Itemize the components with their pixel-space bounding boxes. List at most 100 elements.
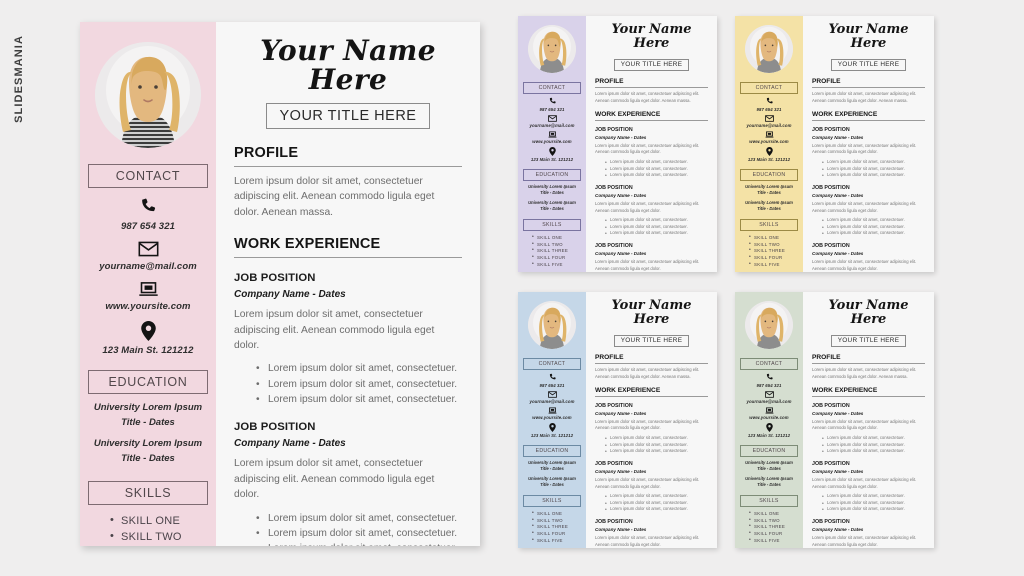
contact-address: 123 Main St. 121212 bbox=[747, 433, 791, 438]
job-text: Lorem ipsum dolor sit amet, consectetuer… bbox=[595, 477, 700, 489]
contact-email: yourname@mail.com bbox=[746, 123, 792, 128]
variant-thumbnail-lavender[interactable]: CONTACT 987 654 321 yourname@mail.com ww… bbox=[518, 16, 717, 272]
job-company: Company Name - Dates bbox=[234, 289, 346, 301]
list-item: SKILL THREE bbox=[749, 247, 798, 255]
contact-website: www.yoursite.com bbox=[749, 139, 789, 144]
list-item: SKILL FOUR bbox=[532, 530, 581, 538]
job-title-badge: YOUR TITLE HERE bbox=[613, 334, 690, 347]
job-text: Lorem ipsum dolor sit amet, consectetuer… bbox=[812, 418, 917, 431]
list-item: Lorem ipsum dolor sit amet, consectetuer… bbox=[605, 435, 708, 443]
resume-main-column: Your Name Here YOUR TITLE HERE PROFILE L… bbox=[803, 16, 934, 272]
laptop-icon bbox=[548, 407, 557, 414]
education-school: University Lorem Ipsum bbox=[93, 402, 203, 413]
education-detail: Title - Dates bbox=[121, 416, 175, 428]
education-detail: Title - Dates bbox=[757, 205, 781, 211]
list-item: Lorem ipsum dolor sit amet, consectetuer… bbox=[605, 493, 708, 501]
job-company: Company Name - Dates bbox=[234, 438, 346, 450]
job-bullets: Lorem ipsum dolor sit amet, consectetuer… bbox=[234, 511, 462, 546]
job-company: Company Name - Dates bbox=[595, 410, 647, 416]
contact-heading: CONTACT bbox=[740, 358, 798, 370]
list-item: SKILL TWO bbox=[532, 241, 581, 249]
profile-photo bbox=[745, 301, 793, 349]
job-entry: JOB POSITION Company Name - Dates Lorem … bbox=[234, 272, 462, 408]
education-detail: Title - Dates bbox=[540, 190, 564, 196]
divider bbox=[595, 363, 708, 365]
list-item: Lorem ipsum dolor sit amet, consectetuer… bbox=[256, 361, 462, 377]
job-position: JOB POSITION bbox=[595, 243, 633, 250]
job-bullets: Lorem ipsum dolor sit amet, consectetuer… bbox=[595, 493, 708, 514]
list-item: Lorem ipsum dolor sit amet, consectetuer… bbox=[256, 541, 462, 546]
profile-photo bbox=[745, 25, 793, 73]
list-item: Lorem ipsum dolor sit amet, consectetuer… bbox=[256, 377, 462, 393]
skills-heading: SKILLS bbox=[740, 495, 798, 508]
contact-phone: 987 654 321 bbox=[121, 221, 175, 232]
list-item: SKILL FOUR bbox=[532, 254, 581, 262]
divider bbox=[812, 87, 925, 89]
list-item: Lorem ipsum dolor sit amet, consectetuer… bbox=[822, 172, 925, 180]
contact-address: 123 Main St. 121212 bbox=[747, 157, 791, 162]
job-position: JOB POSITION bbox=[812, 402, 850, 409]
job-title-badge: YOUR TITLE HERE bbox=[830, 58, 907, 71]
education-school: University Lorem Ipsum bbox=[528, 475, 576, 481]
education-item: University Lorem Ipsum Title - Dates bbox=[528, 184, 576, 197]
variant-thumbnail-green[interactable]: CONTACT 987 654 321 yourname@mail.com ww… bbox=[735, 292, 934, 548]
job-position: JOB POSITION bbox=[812, 126, 850, 133]
education-detail: Title - Dates bbox=[121, 453, 175, 465]
page-title: Your Name Here bbox=[828, 298, 909, 327]
job-position: JOB POSITION bbox=[595, 519, 633, 526]
list-item: Lorem ipsum dolor sit amet, consectetuer… bbox=[822, 493, 925, 501]
job-bullets: Lorem ipsum dolor sit amet, consectetuer… bbox=[812, 493, 925, 514]
main-resume-slide[interactable]: CONTACT 987 654 321 yourname@mail.com ww… bbox=[80, 22, 480, 546]
envelope-icon bbox=[547, 391, 557, 398]
list-item: Lorem ipsum dolor sit amet, consectetuer… bbox=[822, 230, 925, 238]
divider bbox=[812, 396, 925, 397]
divider bbox=[812, 363, 925, 365]
work-experience-heading: WORK EXPERIENCE bbox=[812, 111, 878, 119]
skills-heading: SKILLS bbox=[88, 480, 208, 505]
job-bullets: Lorem ipsum dolor sit amet, consectetuer… bbox=[812, 159, 925, 180]
list-item: SKILL FOUR bbox=[749, 254, 798, 262]
divider bbox=[812, 120, 925, 121]
profile-heading: PROFILE bbox=[812, 354, 841, 362]
skills-heading: SKILLS bbox=[740, 219, 798, 232]
page-title: Your Name Here bbox=[828, 22, 909, 51]
education-heading: EDUCATION bbox=[88, 370, 208, 394]
work-experience-heading: WORK EXPERIENCE bbox=[812, 387, 878, 395]
job-company: Company Name - Dates bbox=[812, 193, 864, 199]
job-title-row: YOUR TITLE HERE bbox=[595, 329, 708, 347]
list-item: SKILL ONE bbox=[749, 510, 798, 518]
job-text: Lorem ipsum dolor sit amet, consectetuer… bbox=[812, 535, 917, 547]
resume-sidebar: CONTACT 987 654 321 yourname@mail.com ww… bbox=[518, 16, 586, 272]
job-title-badge: YOUR TITLE HERE bbox=[613, 58, 690, 71]
education-detail: Title - Dates bbox=[757, 481, 781, 487]
portrait-illustration bbox=[528, 301, 576, 349]
contact-website: www.yoursite.com bbox=[105, 301, 191, 312]
contact-email: yourname@mail.com bbox=[746, 399, 792, 404]
contact-website: www.yoursite.com bbox=[532, 415, 572, 420]
list-item: SKILL FIVE bbox=[749, 537, 798, 545]
job-position: JOB POSITION bbox=[595, 126, 633, 133]
list-item: Lorem ipsum dolor sit amet, consectetuer… bbox=[605, 506, 708, 514]
variant-thumbnail-yellow[interactable]: CONTACT 987 654 321 yourname@mail.com ww… bbox=[735, 16, 934, 272]
job-company: Company Name - Dates bbox=[595, 527, 647, 533]
job-text: Lorem ipsum dolor sit amet, consectetuer… bbox=[595, 535, 700, 547]
resume-sidebar: CONTACT 987 654 321 yourname@mail.com ww… bbox=[518, 292, 586, 548]
list-item: Lorem ipsum dolor sit amet, consectetuer… bbox=[822, 435, 925, 443]
education-item: University Lorem Ipsum Title - Dates bbox=[745, 184, 793, 197]
contact-phone: 987 654 321 bbox=[756, 383, 782, 388]
laptop-icon bbox=[138, 281, 159, 297]
laptop-icon bbox=[765, 131, 774, 138]
divider bbox=[595, 120, 708, 121]
job-entry: JOB POSITION Company Name - Dates Lorem … bbox=[595, 126, 708, 180]
job-bullets: Lorem ipsum dolor sit amet, consectetuer… bbox=[812, 217, 925, 238]
list-item: Lorem ipsum dolor sit amet, consectetuer… bbox=[605, 448, 708, 456]
education-school: University Lorem Ipsum bbox=[528, 199, 576, 205]
contact-email: yourname@mail.com bbox=[529, 399, 575, 404]
location-pin-icon bbox=[548, 147, 556, 156]
variant-thumbnail-blue[interactable]: CONTACT 987 654 321 yourname@mail.com ww… bbox=[518, 292, 717, 548]
list-item: Lorem ipsum dolor sit amet, consectetuer… bbox=[256, 511, 462, 527]
work-experience-heading: WORK EXPERIENCE bbox=[234, 236, 381, 253]
phone-icon bbox=[765, 97, 774, 106]
contact-phone: 987 654 321 bbox=[756, 107, 782, 112]
list-item: Lorem ipsum dolor sit amet, consectetuer… bbox=[605, 500, 708, 508]
